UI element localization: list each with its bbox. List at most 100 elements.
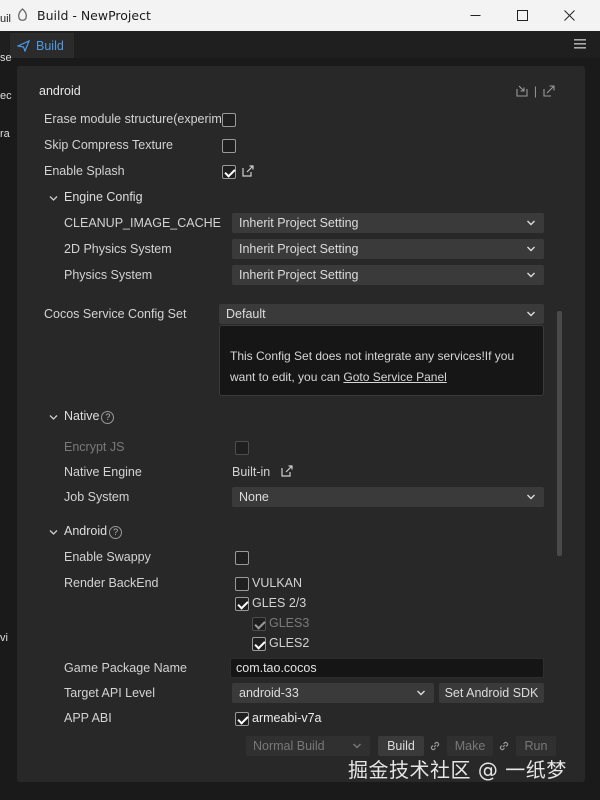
window-titlebar: Build - NewProject [0,0,600,31]
build-button[interactable]: Build [378,736,424,756]
enable-splash-checkbox[interactable] [222,165,236,179]
edge-fragment: ra [0,128,10,140]
make-button[interactable]: Make [447,736,493,756]
android-header[interactable]: Android? [64,524,123,539]
package-name-input[interactable]: com.tao.cocos [230,658,544,678]
build-settings-panel: android | Erase module structure(experim… [17,66,585,782]
edge-fragment: uil [0,13,12,25]
android-header-label: Android [64,524,108,538]
panel-header-icons: | [516,84,555,98]
gles2-label: GLES2 [269,636,310,650]
chevron-down-icon [527,272,535,278]
erase-module-label: Erase module structure(experim [44,112,222,126]
set-android-sdk-button[interactable]: Set Android SDK [439,683,544,703]
build-mode-select[interactable]: Normal Build [246,736,370,756]
help-icon[interactable]: ? [109,526,123,539]
enable-swappy-checkbox[interactable] [235,551,249,565]
edit-link-icon[interactable] [242,165,254,177]
select-value: Inherit Project Setting [239,268,359,282]
tab-build-label: Build [36,38,64,53]
platform-title: android [39,84,81,98]
package-name-label: Game Package Name [64,661,187,675]
cocos-app-icon [17,8,28,21]
render-backend-label: Render BackEnd [64,576,159,590]
vulkan-label: VULKAN [252,576,303,590]
skip-compress-label: Skip Compress Texture [44,138,173,152]
native-header[interactable]: Native? [64,409,115,424]
edge-fragment: se [0,52,12,64]
import-icon[interactable] [516,85,528,97]
physics-2d-label: 2D Physics System [64,242,172,256]
skip-compress-checkbox[interactable] [222,139,236,153]
cleanup-image-cache-select[interactable]: Inherit Project Setting [232,213,544,233]
edit-link-icon[interactable] [281,465,293,477]
native-engine-label: Native Engine [64,465,142,479]
cleanup-image-cache-label: CLEANUP_IMAGE_CACHE [64,216,221,230]
gles2-checkbox[interactable] [252,637,266,651]
erase-module-checkbox[interactable] [222,113,236,127]
gles3-checkbox [252,617,266,631]
edge-fragment: ec [0,90,12,102]
vulkan-checkbox[interactable] [235,577,249,591]
close-icon [563,10,575,21]
native-engine-value: Built-in [232,465,271,479]
job-system-select[interactable]: None [232,487,544,507]
target-api-select[interactable]: android-33 [232,683,434,703]
select-value: Inherit Project Setting [239,242,359,256]
physics-2d-select[interactable]: Inherit Project Setting [232,239,544,259]
gles23-label: GLES 2/3 [252,596,307,610]
menu-icon[interactable] [574,39,586,49]
chevron-down-icon [527,246,535,252]
chevron-down-icon [417,690,425,696]
build-mode-value: Normal Build [253,739,325,753]
engine-config-header[interactable]: Engine Config [64,190,143,204]
send-icon [17,39,30,52]
enable-swappy-label: Enable Swappy [64,550,151,564]
link-icon [430,741,440,751]
select-value: android-33 [239,686,299,700]
target-api-label: Target API Level [64,686,156,700]
chevron-down-icon [527,311,535,317]
chevron-down-icon[interactable] [49,194,58,203]
tab-build[interactable]: Build [10,33,74,58]
export-icon[interactable] [543,85,555,97]
physics-system-label: Physics System [64,268,153,282]
maximize-icon [516,10,528,21]
gles23-checkbox[interactable] [235,597,249,611]
run-button[interactable]: Run [516,736,556,756]
scrollbar-thumb[interactable] [557,311,562,556]
cocos-service-select[interactable]: Default [219,304,544,324]
watermark: 掘金技术社区 @ 一纸梦 [348,758,567,782]
tab-bar: Build [0,31,600,58]
cocos-service-label: Cocos Service Config Set [44,307,187,321]
link-icon [499,741,509,751]
enable-splash-label: Enable Splash [44,164,125,178]
minimize-icon [470,15,480,16]
close-window-button[interactable] [546,0,592,31]
select-value: None [239,490,269,504]
chevron-down-icon [527,220,535,226]
select-value: Inherit Project Setting [239,216,359,230]
minimize-button[interactable] [452,0,498,31]
chevron-down-icon[interactable] [49,528,58,537]
job-system-label: Job System [64,490,130,504]
service-info-box: This Config Set does not integrate any s… [219,325,544,396]
encrypt-js-checkbox [235,441,249,455]
edge-fragment: vi [0,632,8,644]
chevron-down-icon [527,494,535,500]
armeabi-v7a-label: armeabi-v7a [252,711,322,725]
header-separator: | [533,84,537,98]
app-abi-label: APP ABI [64,711,112,725]
maximize-button[interactable] [499,0,545,31]
armeabi-v7a-checkbox[interactable] [235,712,249,726]
physics-system-select[interactable]: Inherit Project Setting [232,265,544,285]
gles3-label: GLES3 [269,616,310,630]
help-icon[interactable]: ? [101,411,115,424]
encrypt-js-label: Encrypt JS [64,440,125,454]
chevron-down-icon[interactable] [49,413,58,422]
select-value: Default [226,307,266,321]
native-header-label: Native [64,409,100,423]
chevron-down-icon [353,743,361,749]
goto-service-panel-link[interactable]: Goto Service Panel [343,370,446,384]
window-title: Build - NewProject [37,8,151,23]
